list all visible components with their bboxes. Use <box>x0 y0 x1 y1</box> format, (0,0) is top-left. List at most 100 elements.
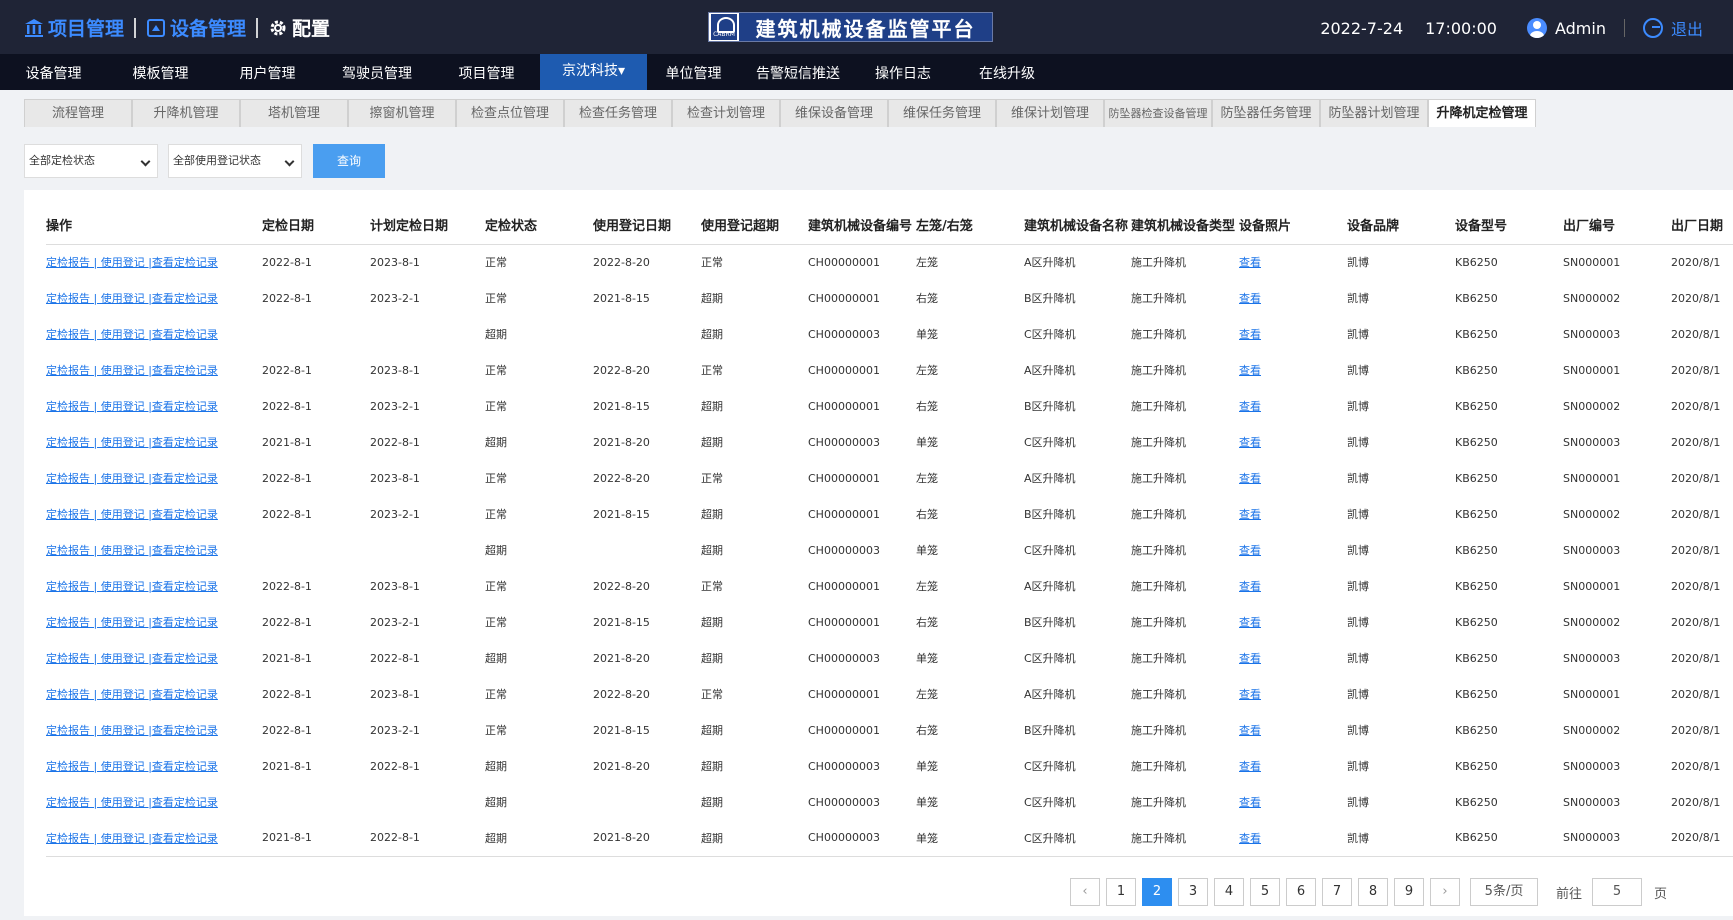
view-photo-link[interactable]: 查看 <box>1239 544 1261 557</box>
logout-button[interactable]: 退出 <box>1642 16 1703 40</box>
view-photo-link[interactable]: 查看 <box>1239 400 1261 413</box>
project-management-nav[interactable]: 项目管理 <box>24 14 124 41</box>
page-button[interactable]: 7 <box>1322 878 1352 906</box>
row-actions-link[interactable]: 定检报告 | 使用登记 |查看定检记录 <box>46 796 218 809</box>
tab-maintenance-plan[interactable]: 维保计划管理 <box>996 99 1104 127</box>
tab-fall-arrester-task[interactable]: 防坠器任务管理 <box>1212 99 1320 127</box>
tab-elevator[interactable]: 升降机管理 <box>132 99 240 127</box>
view-photo-link[interactable]: 查看 <box>1239 472 1261 485</box>
page-button[interactable]: 1 <box>1106 878 1136 906</box>
table-cell: 凯博 <box>1347 820 1455 857</box>
table-cell: 2022-8-20 <box>593 255 650 269</box>
row-actions-link[interactable]: 定检报告 | 使用登记 |查看定检记录 <box>46 472 218 485</box>
column-header: 计划定检日期 <box>370 206 485 245</box>
view-photo-link[interactable]: 查看 <box>1239 616 1261 629</box>
row-actions-link[interactable]: 定检报告 | 使用登记 |查看定检记录 <box>46 400 218 413</box>
page-button[interactable]: 9 <box>1394 878 1424 906</box>
table-row: 定检报告 | 使用登记 |查看定检记录 2021-8-1 2022-8-1 超期 202… <box>46 748 1733 784</box>
page-button[interactable]: 3 <box>1178 878 1208 906</box>
tab-check-plan[interactable]: 检查计划管理 <box>672 99 780 127</box>
inspection-table: 操作 定检日期 计划定检日期 定检状态 使用登记日期 使用登记超期 建筑机械设备编号 左笼/右… <box>46 206 1733 857</box>
tab-tower-crane[interactable]: 塔机管理 <box>240 99 348 127</box>
row-actions-link[interactable]: 定检报告 | 使用登记 |查看定检记录 <box>46 436 218 449</box>
view-photo-link[interactable]: 查看 <box>1239 688 1261 701</box>
page-button[interactable]: 2 <box>1142 878 1172 906</box>
query-button[interactable]: 查询 <box>313 144 385 178</box>
view-photo-link[interactable]: 查看 <box>1239 328 1261 341</box>
menu-company-dropdown[interactable]: 京沈科技▾ <box>540 54 647 90</box>
menu-unit-management[interactable]: 单位管理 <box>647 54 740 90</box>
table-cell: B区升降机 <box>1024 616 1076 629</box>
row-actions-link[interactable]: 定检报告 | 使用登记 |查看定检记录 <box>46 688 218 701</box>
row-actions-link[interactable]: 定检报告 | 使用登记 |查看定检记录 <box>46 508 218 521</box>
tab-check-task[interactable]: 检查任务管理 <box>564 99 672 127</box>
table-cell: 凯博 <box>1347 724 1369 737</box>
row-actions-link[interactable]: 定检报告 | 使用登记 |查看定检记录 <box>46 760 218 773</box>
view-photo-link[interactable]: 查看 <box>1239 364 1261 377</box>
page-size-select[interactable]: 5条/页 <box>1470 878 1538 906</box>
tab-maintenance-device[interactable]: 维保设备管理 <box>780 99 888 127</box>
row-actions-link[interactable]: 定检报告 | 使用登记 |查看定检记录 <box>46 616 218 629</box>
page-button[interactable]: 8 <box>1358 878 1388 906</box>
menu-template-management[interactable]: 模板管理 <box>107 54 214 90</box>
table-row: 定检报告 | 使用登记 |查看定检记录 2022-8-1 2023-2-1 正常 202… <box>46 712 1733 748</box>
inspection-status-select[interactable]: 全部定检状态 <box>24 144 158 178</box>
photo-cell: 查看 <box>1239 424 1347 460</box>
menu-user-management[interactable]: 用户管理 <box>214 54 321 90</box>
table-cell: 2023-2-1 <box>370 399 420 413</box>
view-photo-link[interactable]: 查看 <box>1239 436 1261 449</box>
page-button[interactable]: 5 <box>1250 878 1280 906</box>
row-actions-link[interactable]: 定检报告 | 使用登记 |查看定检记录 <box>46 652 218 665</box>
view-photo-link[interactable]: 查看 <box>1239 256 1261 269</box>
registration-status-select[interactable]: 全部使用登记状态 <box>168 144 302 178</box>
goto-page-input[interactable]: 5 <box>1592 878 1643 906</box>
tab-process[interactable]: 流程管理 <box>24 99 132 127</box>
tab-maintenance-task[interactable]: 维保任务管理 <box>888 99 996 127</box>
menu-online-upgrade[interactable]: 在线升级 <box>950 54 1064 90</box>
tab-elevator-inspection[interactable]: 升降机定检管理 <box>1428 99 1536 127</box>
menu-device-management[interactable]: 设备管理 <box>0 54 107 90</box>
page-button[interactable]: 6 <box>1286 878 1316 906</box>
row-actions-link[interactable]: 定检报告 | 使用登记 |查看定检记录 <box>46 832 218 845</box>
table-cell: 施工升降机 <box>1131 616 1186 629</box>
menu-alarm-sms[interactable]: 告警短信推送 <box>740 54 856 90</box>
tab-fall-arrester-plan[interactable]: 防坠器计划管理 <box>1320 99 1428 127</box>
view-photo-link[interactable]: 查看 <box>1239 580 1261 593</box>
column-header: 操作 <box>46 206 262 245</box>
menu-project-management[interactable]: 项目管理 <box>433 54 540 90</box>
menu-operation-log[interactable]: 操作日志 <box>856 54 950 90</box>
table-cell: 2020/8/1 <box>1671 759 1721 773</box>
next-page-button[interactable]: › <box>1430 878 1460 906</box>
row-actions-link[interactable]: 定检报告 | 使用登记 |查看定检记录 <box>46 580 218 593</box>
prev-page-button[interactable]: ‹ <box>1070 878 1100 906</box>
view-photo-link[interactable]: 查看 <box>1239 832 1261 845</box>
table-cell: SN000002 <box>1563 291 1621 305</box>
tab-check-point[interactable]: 检查点位管理 <box>456 99 564 127</box>
table-cell: CH00000003 <box>808 435 880 449</box>
user-menu[interactable]: Admin <box>1526 18 1606 38</box>
device-management-nav[interactable]: 设备管理 <box>146 14 246 41</box>
menu-driver-management[interactable]: 驾驶员管理 <box>321 54 433 90</box>
tab-window-cleaner[interactable]: 擦窗机管理 <box>348 99 456 127</box>
config-nav[interactable]: 配置 <box>268 14 330 41</box>
tab-fall-arrester-device[interactable]: 防坠器检查设备管理 <box>1104 99 1212 127</box>
view-photo-link[interactable]: 查看 <box>1239 760 1261 773</box>
row-actions-link[interactable]: 定检报告 | 使用登记 |查看定检记录 <box>46 292 218 305</box>
row-actions-link[interactable]: 定检报告 | 使用登记 |查看定检记录 <box>46 544 218 557</box>
view-photo-link[interactable]: 查看 <box>1239 292 1261 305</box>
view-photo-link[interactable]: 查看 <box>1239 652 1261 665</box>
row-actions-link[interactable]: 定检报告 | 使用登记 |查看定检记录 <box>46 256 218 269</box>
table-cell: CH00000003 <box>808 759 880 773</box>
photo-cell: 查看 <box>1239 316 1347 352</box>
nav-divider <box>134 17 137 38</box>
view-photo-link[interactable]: 查看 <box>1239 724 1261 737</box>
page-button[interactable]: 4 <box>1214 878 1244 906</box>
view-photo-link[interactable]: 查看 <box>1239 508 1261 521</box>
table-cell: KB6250 <box>1455 759 1498 773</box>
row-actions-link[interactable]: 定检报告 | 使用登记 |查看定检记录 <box>46 328 218 341</box>
view-photo-link[interactable]: 查看 <box>1239 796 1261 809</box>
photo-cell: 查看 <box>1239 388 1347 424</box>
table-cell: CH00000003 <box>808 820 916 857</box>
row-actions-link[interactable]: 定检报告 | 使用登记 |查看定检记录 <box>46 724 218 737</box>
row-actions-link[interactable]: 定检报告 | 使用登记 |查看定检记录 <box>46 364 218 377</box>
